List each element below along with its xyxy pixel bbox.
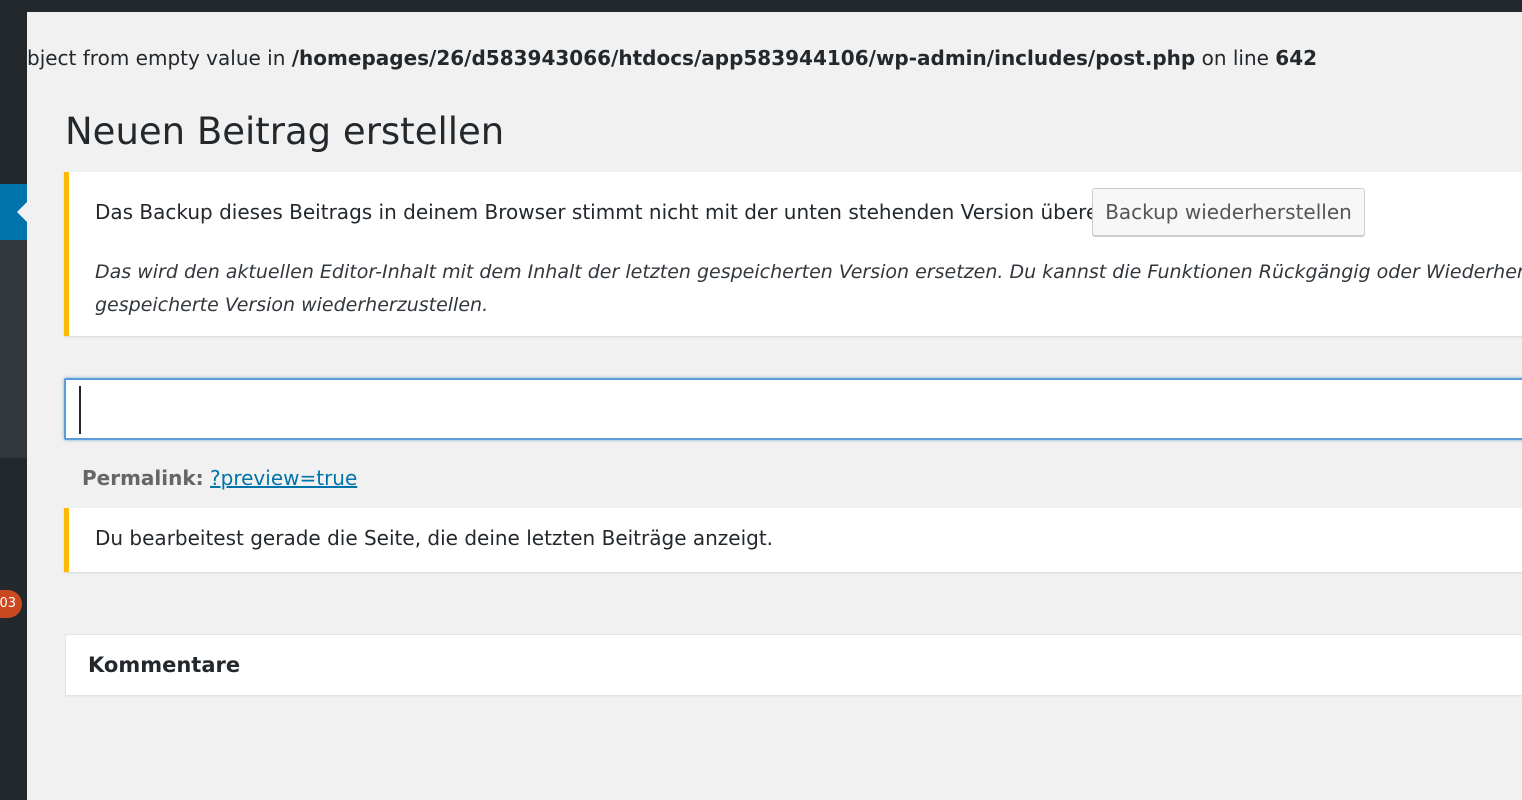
page-title: Neuen Beitrag erstellen	[65, 110, 505, 153]
update-count-badge: 03	[0, 590, 22, 618]
comments-metabox[interactable]: Kommentare	[65, 634, 1522, 696]
permalink-link[interactable]: ?preview=true	[210, 466, 357, 490]
sidebar-submenu	[0, 240, 27, 458]
post-title-input[interactable]	[64, 378, 1522, 440]
php-notice-middle: on line	[1195, 46, 1276, 70]
admin-bar	[0, 0, 1522, 12]
active-pointer-icon	[17, 202, 27, 222]
backup-hint-line-1: Das wird den aktuellen Editor-Inhalt mit…	[95, 261, 1522, 283]
text-caret	[79, 386, 81, 434]
front-page-notice: Du bearbeitest gerade die Seite, die dei…	[64, 508, 1522, 572]
restore-backup-button[interactable]: Backup wiederherstellen	[1092, 188, 1365, 236]
backup-hint-line-2: gespeicherte Version wiederherzustellen.	[95, 294, 489, 316]
admin-sidebar: 03	[0, 12, 27, 800]
php-notice-prefix: bject from empty value in	[27, 46, 292, 70]
main-content: bject from empty value in /homepages/26/…	[27, 12, 1522, 800]
permalink-row: Permalink: ?preview=true	[82, 466, 357, 490]
backup-notice-hint: Das wird den aktuellen Editor-Inhalt mit…	[95, 256, 1522, 322]
comments-heading[interactable]: Kommentare	[88, 653, 240, 677]
php-notice-path: /homepages/26/d583943066/htdocs/app58394…	[291, 46, 1196, 70]
front-page-notice-message: Du bearbeitest gerade die Seite, die dei…	[95, 526, 774, 550]
php-notice-line: 642	[1275, 46, 1318, 70]
backup-notice-message: Das Backup dieses Beitrags in deinem Bro…	[95, 200, 1123, 224]
backup-notice: Das Backup dieses Beitrags in deinem Bro…	[64, 172, 1522, 336]
permalink-label: Permalink:	[82, 466, 204, 490]
sidebar-item-active[interactable]	[0, 184, 27, 240]
php-notice: bject from empty value in /homepages/26/…	[27, 46, 1317, 70]
